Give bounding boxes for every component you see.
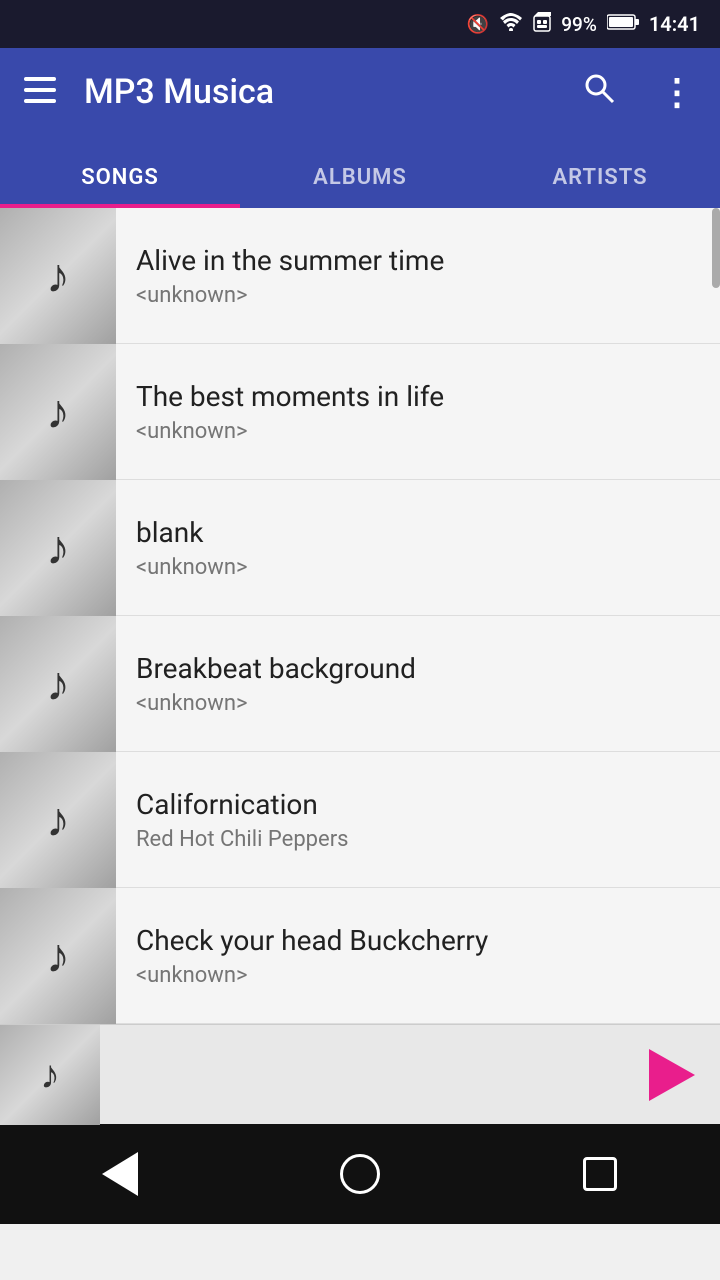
music-note-icon: ♪ bbox=[46, 791, 70, 848]
tab-artists[interactable]: ARTISTS bbox=[480, 165, 720, 208]
song-item[interactable]: ♪ Check your head Buckcherry <unknown> bbox=[0, 888, 720, 1024]
tabs-bar: SONGS ALBUMS ARTISTS bbox=[0, 136, 720, 208]
song-artist: <unknown> bbox=[136, 963, 700, 988]
music-note-icon: ♪ bbox=[46, 247, 70, 304]
wifi-icon bbox=[499, 13, 523, 36]
song-artist: <unknown> bbox=[136, 419, 700, 444]
sim-icon bbox=[533, 12, 551, 37]
music-note-icon: ♪ bbox=[46, 655, 70, 712]
song-info: Californication Red Hot Chili Peppers bbox=[136, 788, 700, 852]
song-title: blank bbox=[136, 516, 700, 549]
more-options-icon[interactable]: ⋮ bbox=[659, 71, 696, 113]
mute-icon: 🔇 bbox=[467, 14, 489, 35]
song-info: Breakbeat background <unknown> bbox=[136, 652, 700, 716]
nav-bar bbox=[0, 1124, 720, 1224]
song-item[interactable]: ♪ The best moments in life <unknown> bbox=[0, 344, 720, 480]
song-thumbnail: ♪ bbox=[0, 344, 116, 480]
song-artist: <unknown> bbox=[136, 691, 700, 716]
song-thumbnail: ♪ bbox=[0, 752, 116, 888]
battery-icon bbox=[607, 13, 639, 35]
now-playing-bar[interactable]: ♪ bbox=[0, 1024, 720, 1124]
song-artist: <unknown> bbox=[136, 283, 700, 308]
song-item[interactable]: ♪ Alive in the summer time <unknown> bbox=[0, 208, 720, 344]
song-info: blank <unknown> bbox=[136, 516, 700, 580]
tab-albums[interactable]: ALBUMS bbox=[240, 165, 480, 208]
song-item[interactable]: ♪ Breakbeat background <unknown> bbox=[0, 616, 720, 752]
song-thumbnail: ♪ bbox=[0, 208, 116, 344]
song-title: Breakbeat background bbox=[136, 652, 700, 685]
app-bar: MP3 Musica ⋮ bbox=[0, 48, 720, 136]
music-note-icon: ♪ bbox=[46, 519, 70, 576]
search-icon[interactable] bbox=[583, 72, 615, 113]
back-button[interactable] bbox=[80, 1134, 160, 1214]
battery-percent: 99% bbox=[561, 13, 597, 36]
song-thumbnail: ♪ bbox=[0, 888, 116, 1024]
song-thumbnail: ♪ bbox=[0, 480, 116, 616]
song-list: ♪ Alive in the summer time <unknown> ♪ T… bbox=[0, 208, 720, 1024]
scrollbar-track[interactable] bbox=[712, 208, 720, 1024]
play-triangle-icon bbox=[649, 1049, 695, 1101]
time-display: 14:41 bbox=[649, 12, 700, 36]
home-button[interactable] bbox=[320, 1134, 400, 1214]
music-note-icon: ♪ bbox=[46, 927, 70, 984]
song-item[interactable]: ♪ blank <unknown> bbox=[0, 480, 720, 616]
back-icon bbox=[102, 1152, 138, 1196]
song-info: Check your head Buckcherry <unknown> bbox=[136, 924, 700, 988]
song-title: Alive in the summer time bbox=[136, 244, 700, 277]
music-note-icon: ♪ bbox=[46, 383, 70, 440]
status-icons: 🔇 99% 14:41 bbox=[467, 12, 700, 37]
song-artist: <unknown> bbox=[136, 555, 700, 580]
recents-icon bbox=[583, 1157, 617, 1191]
status-bar: 🔇 99% 14:41 bbox=[0, 0, 720, 48]
song-info: The best moments in life <unknown> bbox=[136, 380, 700, 444]
hamburger-icon[interactable] bbox=[24, 76, 56, 108]
song-artist: Red Hot Chili Peppers bbox=[136, 827, 700, 852]
now-playing-thumbnail: ♪ bbox=[0, 1025, 100, 1125]
home-icon bbox=[340, 1154, 380, 1194]
song-info: Alive in the summer time <unknown> bbox=[136, 244, 700, 308]
song-title: Californication bbox=[136, 788, 700, 821]
music-note-icon: ♪ bbox=[40, 1051, 60, 1098]
app-title: MP3 Musica bbox=[84, 72, 555, 112]
song-thumbnail: ♪ bbox=[0, 616, 116, 752]
recents-button[interactable] bbox=[560, 1134, 640, 1214]
song-item[interactable]: ♪ Californication Red Hot Chili Peppers bbox=[0, 752, 720, 888]
song-title: The best moments in life bbox=[136, 380, 700, 413]
tab-songs[interactable]: SONGS bbox=[0, 165, 240, 208]
scrollbar-thumb[interactable] bbox=[712, 208, 720, 288]
play-button[interactable] bbox=[632, 1039, 704, 1111]
song-title: Check your head Buckcherry bbox=[136, 924, 700, 957]
